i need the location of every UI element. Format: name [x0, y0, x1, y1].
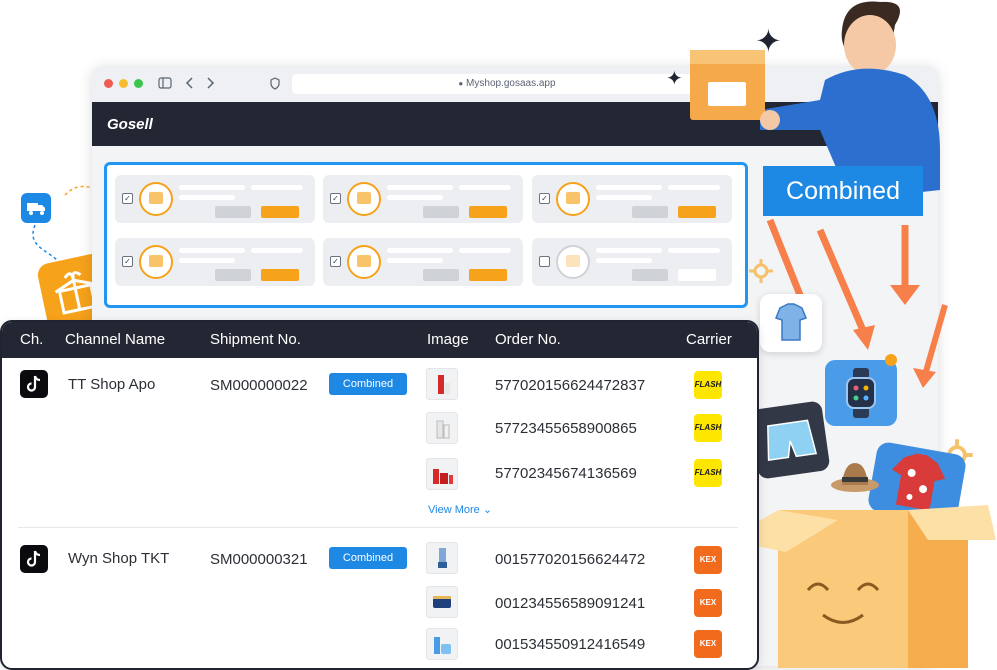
carrier-kex-logo: KEX — [694, 630, 722, 658]
header-channel-name: Channel Name — [65, 331, 166, 348]
package-icon — [556, 182, 590, 216]
product-thumbnail[interactable] — [426, 458, 458, 490]
carrier-kex-logo: KEX — [694, 589, 722, 617]
back-icon[interactable] — [185, 77, 195, 89]
order-card[interactable]: ✓ — [115, 238, 315, 286]
order-card[interactable] — [532, 238, 732, 286]
shipments-table: Ch. Channel Name Shipment No. Image Orde… — [0, 320, 759, 670]
order-card[interactable]: ✓ — [323, 238, 523, 286]
lock-icon: ● — [458, 79, 464, 88]
sidebar-toggle-icon[interactable] — [158, 77, 172, 89]
checkbox[interactable]: ✓ — [122, 193, 133, 204]
maximize-dot[interactable] — [134, 79, 143, 88]
order-no[interactable]: 001534550912416549 — [495, 636, 645, 653]
tiktok-icon — [20, 545, 48, 573]
url-text: Myshop.gosaas.app — [466, 78, 556, 89]
header-image: Image — [427, 331, 469, 348]
shield-icon — [270, 77, 280, 90]
channel-name: Wyn Shop TKT — [68, 550, 170, 567]
shipment-no[interactable]: SM000000022 — [210, 377, 308, 394]
order-card[interactable]: ✓ — [115, 175, 315, 223]
status-badge: Combined — [329, 547, 407, 569]
header-order-no: Order No. — [495, 331, 561, 348]
product-thumbnail[interactable] — [426, 628, 458, 660]
status-badge: Combined — [329, 373, 407, 395]
checkbox[interactable]: ✓ — [539, 193, 550, 204]
header-shipment-no: Shipment No. — [210, 331, 301, 348]
checkbox[interactable]: ✓ — [122, 256, 133, 267]
package-icon — [347, 245, 381, 279]
checkbox[interactable]: ✓ — [330, 193, 341, 204]
close-dot[interactable] — [104, 79, 113, 88]
address-bar[interactable]: ● Myshop.gosaas.app — [292, 74, 722, 94]
sparkle-icon: ✦ — [755, 23, 782, 59]
package-icon — [139, 182, 173, 216]
order-no[interactable]: 577020156624472837 — [495, 377, 645, 394]
carrier-kex-logo: KEX — [694, 546, 722, 574]
order-no[interactable]: 001234556589091241 — [495, 595, 645, 612]
product-thumbnail[interactable] — [426, 586, 458, 618]
product-thumbnail[interactable] — [426, 368, 458, 400]
forward-icon[interactable] — [205, 77, 215, 89]
tiktok-icon — [20, 370, 48, 398]
channel-name: TT Shop Apo — [68, 376, 156, 393]
shirt-product-icon — [760, 294, 822, 352]
header-carrier: Carrier — [686, 331, 732, 348]
checkbox[interactable]: ✓ — [330, 256, 341, 267]
row-divider — [18, 527, 738, 528]
gosell-logo: Gosell — [107, 116, 153, 133]
product-thumbnail[interactable] — [426, 412, 458, 444]
carrier-flash-logo: FLASH — [694, 459, 722, 487]
gear-icon — [749, 259, 773, 283]
notification-dot — [885, 354, 897, 366]
combined-label: Combined — [763, 166, 923, 216]
minimize-dot[interactable] — [119, 79, 128, 88]
order-no[interactable]: 57723455658900865 — [495, 420, 637, 437]
open-box-illustration — [726, 505, 996, 668]
smartwatch-product-icon — [825, 360, 897, 426]
carrier-flash-logo: FLASH — [694, 371, 722, 399]
order-no[interactable]: 57702345674136569 — [495, 465, 637, 482]
package-icon — [556, 245, 590, 279]
shipment-no[interactable]: SM000000321 — [210, 551, 308, 568]
order-cards-grid: ✓ ✓ ✓ ✓ ✓ — [104, 162, 748, 308]
view-more-link[interactable]: View More ⌄ — [428, 503, 492, 516]
table-header: Ch. Channel Name Shipment No. Image Orde… — [2, 322, 757, 358]
order-card[interactable]: ✓ — [323, 175, 523, 223]
package-icon — [139, 245, 173, 279]
chevron-down-icon: ⌄ — [482, 504, 493, 516]
product-thumbnail[interactable] — [426, 542, 458, 574]
carrier-flash-logo: FLASH — [694, 414, 722, 442]
header-channel: Ch. — [20, 331, 44, 348]
package-icon — [347, 182, 381, 216]
shorts-product-icon — [749, 400, 831, 480]
sparkle-icon: ✦ — [666, 68, 683, 90]
checkbox[interactable] — [539, 256, 550, 267]
order-no[interactable]: 001577020156624472 — [495, 551, 645, 568]
